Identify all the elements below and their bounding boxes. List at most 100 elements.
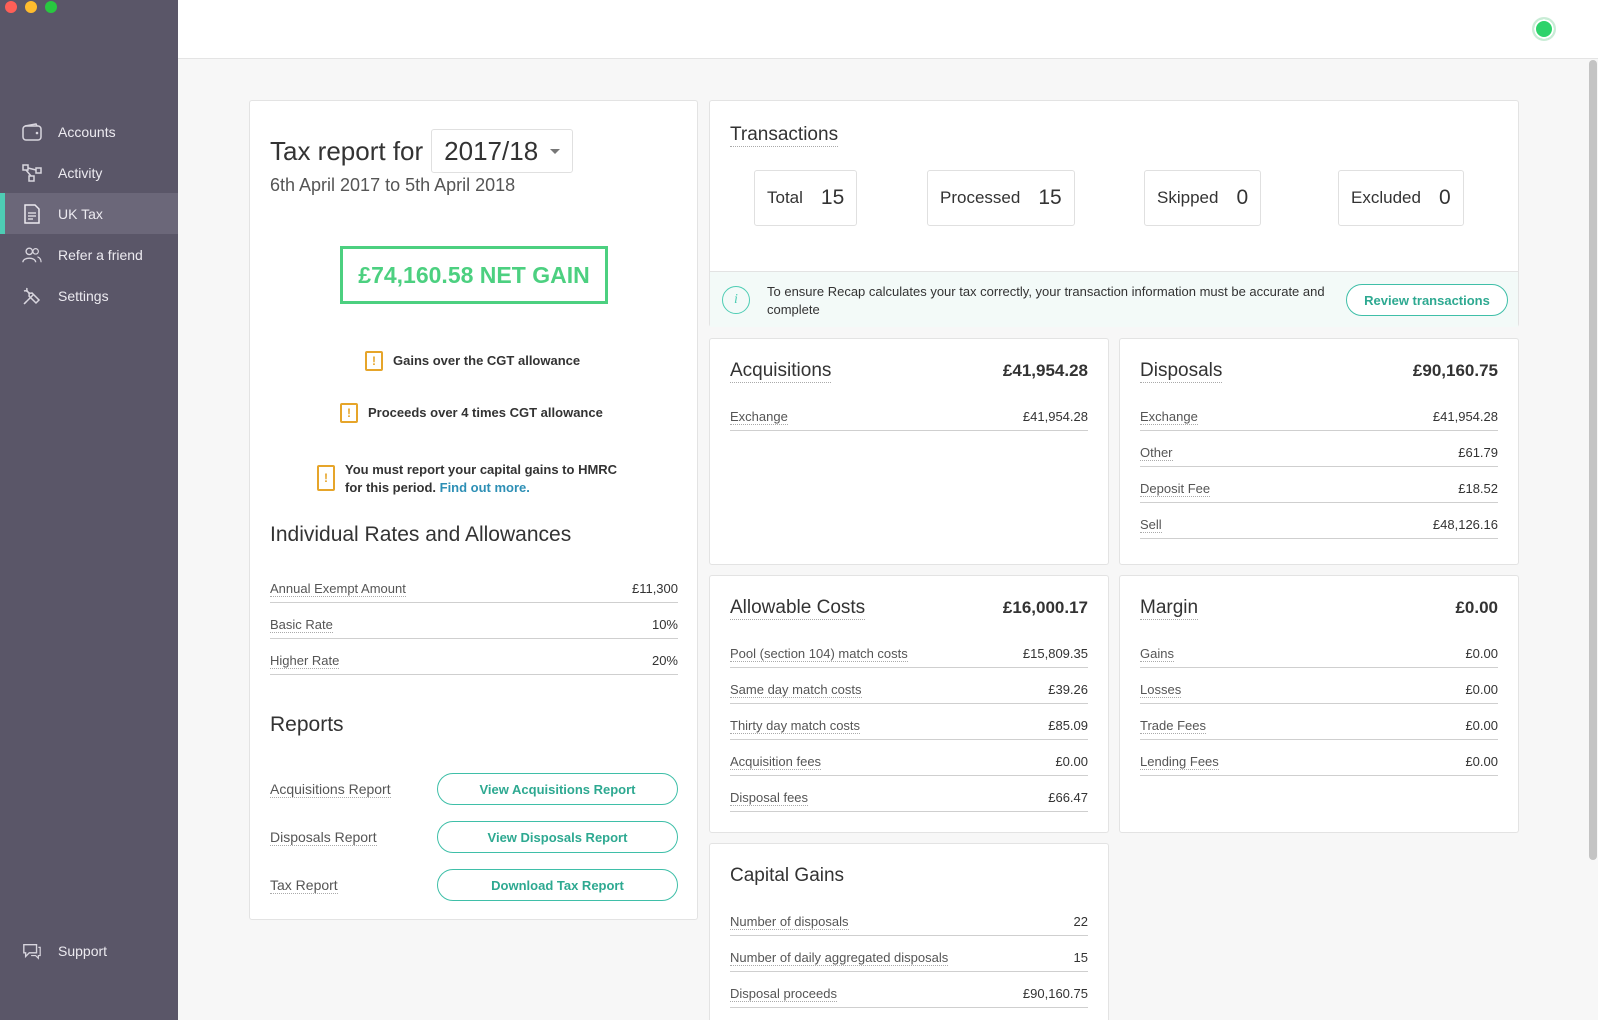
list-item: Exchange £41,954.28 (730, 395, 1088, 431)
review-transactions-button[interactable]: Review transactions (1346, 284, 1508, 316)
item-label: Exchange (1140, 408, 1198, 425)
item-label: Disposal proceeds (730, 985, 837, 1002)
view-disposals-report-button[interactable]: View Disposals Report (437, 821, 678, 853)
rates-list: Annual Exempt Amount £11,300 Basic Rate … (270, 567, 678, 675)
item-value: £41,954.28 (1432, 409, 1498, 424)
warning-text: Gains over the CGT allowance (393, 353, 581, 368)
allowable-costs-list: Pool (section 104) match costs £15,809.3… (730, 632, 1088, 812)
banner-text: To ensure Recap calculates your tax corr… (767, 284, 1325, 317)
sidebar-item-label: Support (58, 942, 108, 959)
disposals-title: Disposals (1140, 360, 1223, 383)
sidebar-item-accounts[interactable]: Accounts (0, 111, 178, 152)
item-label: Acquisition fees (730, 753, 822, 770)
sidebar-item-label: Settings (58, 287, 109, 304)
minimize-window-button[interactable] (25, 1, 37, 13)
list-item: Losses £0.00 (1140, 668, 1498, 704)
item-value: £39.26 (1048, 682, 1088, 697)
rate-value: 20% (651, 653, 678, 668)
download-tax-report-button[interactable]: Download Tax Report (437, 869, 678, 901)
list-item: Other £61.79 (1140, 431, 1498, 467)
disposals-total: £90,160.75 (1412, 361, 1498, 380)
list-item: Thirty day match costs £85.09 (730, 704, 1088, 740)
view-acquisitions-report-button[interactable]: View Acquisitions Report (437, 773, 678, 805)
sidebar-item-support[interactable]: Support (0, 930, 178, 971)
stat-skipped[interactable]: Skipped 0 (1144, 170, 1262, 226)
hmrc-line-1: You must report your capital gains to HM… (345, 462, 618, 477)
list-item: Acquisition fees £0.00 (730, 740, 1088, 776)
item-label: Same day match costs (730, 681, 862, 698)
top-bar (178, 0, 1598, 59)
item-label: Other (1140, 444, 1173, 461)
report-label: Disposals Report (270, 828, 377, 846)
item-label: Exchange (730, 408, 788, 425)
stat-value: 15 (820, 186, 845, 209)
find-out-more-link[interactable]: Find out more. (440, 480, 530, 495)
net-gain-badge: £74,160.58 NET GAIN (340, 246, 608, 304)
rate-row: Basic Rate 10% (270, 603, 678, 639)
item-value: £18.52 (1458, 481, 1498, 496)
users-icon (22, 245, 42, 265)
rates-title: Individual Rates and Allowances (270, 523, 572, 546)
item-label: Trade Fees (1140, 717, 1206, 734)
sidebar-item-label: Refer a friend (58, 246, 143, 263)
sidebar-item-refer[interactable]: Refer a friend (0, 234, 178, 275)
item-value: £41,954.28 (1022, 409, 1088, 424)
item-value: £15,809.35 (1022, 646, 1088, 661)
list-item: Deposit Fee £18.52 (1140, 467, 1498, 503)
item-value: £0.00 (1465, 718, 1498, 733)
item-value: £0.00 (1465, 682, 1498, 697)
warning-cgt-allowance: ! Gains over the CGT allowance (365, 351, 580, 371)
item-value: £90,160.75 (1022, 986, 1088, 1001)
item-label: Thirty day match costs (730, 717, 861, 734)
stat-total[interactable]: Total 15 (754, 170, 858, 226)
disposals-list: Exchange £41,954.28 Other £61.79 Deposit… (1140, 395, 1498, 539)
stat-processed[interactable]: Processed 15 (927, 170, 1075, 226)
item-value: £0.00 (1465, 754, 1498, 769)
sidebar-item-uk-tax[interactable]: UK Tax (0, 193, 178, 234)
sidebar-item-settings[interactable]: Settings (0, 275, 178, 316)
item-value: £85.09 (1048, 718, 1088, 733)
tax-year-select[interactable]: 2017/18 (431, 129, 574, 173)
transactions-title: Transactions (730, 124, 839, 147)
rate-label: Higher Rate (270, 652, 340, 669)
info-banner: i To ensure Recap calculates your tax co… (710, 271, 1518, 327)
item-label: Deposit Fee (1140, 480, 1211, 497)
item-value: 22 (1073, 914, 1088, 929)
tax-report-header: Tax report for 2017/18 (270, 129, 574, 173)
rate-label: Annual Exempt Amount (270, 580, 406, 597)
maximize-window-button[interactable] (45, 1, 57, 13)
status-indicator[interactable] (1532, 17, 1556, 41)
scrollbar[interactable] (1589, 60, 1597, 860)
sidebar-nav: Accounts Activity UK Tax Refer a friend … (0, 111, 178, 316)
list-item: Same day match costs £39.26 (730, 668, 1088, 704)
list-item: Number of disposals 22 (730, 900, 1088, 936)
report-row-tax: Tax Report Download Tax Report (270, 869, 678, 901)
acquisitions-total: £41,954.28 (1002, 361, 1088, 380)
item-value: £48,126.16 (1432, 517, 1498, 532)
margin-total: £0.00 (1455, 598, 1498, 617)
item-value: £0.00 (1465, 646, 1498, 661)
sidebar-item-label: Accounts (58, 123, 116, 140)
stat-excluded[interactable]: Excluded 0 (1338, 170, 1464, 226)
date-range: 6th April 2017 to 5th April 2018 (270, 175, 516, 195)
close-window-button[interactable] (5, 1, 17, 13)
document-icon (22, 203, 42, 224)
item-value: £66.47 (1048, 790, 1088, 805)
list-item: Exchange £41,954.28 (1140, 395, 1498, 431)
rate-label: Basic Rate (270, 616, 333, 633)
list-item: Number of daily aggregated disposals 15 (730, 936, 1088, 972)
disposals-card: Disposals £90,160.75 Exchange £41,954.28… (1119, 338, 1519, 565)
activity-icon (22, 163, 42, 183)
transactions-card: Transactions Total 15 Processed 15 Skipp… (709, 100, 1519, 327)
report-row-acquisitions: Acquisitions Report View Acquisitions Re… (270, 773, 678, 805)
rate-value: 10% (651, 617, 678, 632)
hmrc-notice: ! You must report your capital gains to … (317, 461, 617, 497)
sidebar-item-activity[interactable]: Activity (0, 152, 178, 193)
support-section: Support (0, 930, 178, 971)
stat-label: Processed (940, 188, 1021, 207)
tax-year-value: 2017/18 (444, 135, 539, 166)
report-label: Tax Report (270, 876, 338, 894)
item-label: Number of daily aggregated disposals (730, 949, 949, 966)
list-item: Disposal fees £66.47 (730, 776, 1088, 812)
stat-label: Skipped (1157, 188, 1219, 207)
